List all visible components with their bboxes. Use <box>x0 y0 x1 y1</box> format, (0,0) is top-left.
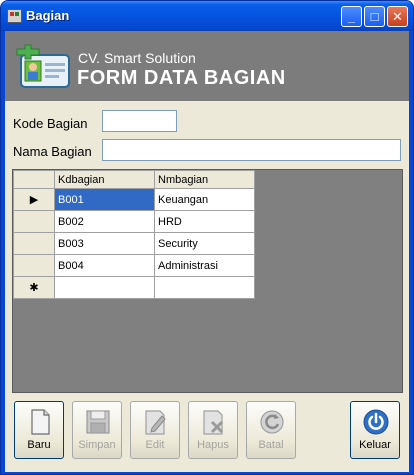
window: Bagian _ □ ✕ CV. Smart Solution FORM DAT… <box>0 0 414 475</box>
minimize-button[interactable]: _ <box>341 6 362 27</box>
new-row-indicator[interactable]: ✱ <box>13 276 55 299</box>
nama-bagian-label: Nama Bagian <box>13 144 92 159</box>
keluar-label: Keluar <box>359 439 391 451</box>
window-title: Bagian <box>26 8 70 23</box>
new-document-icon <box>31 409 50 435</box>
row-header[interactable] <box>13 254 55 277</box>
cell-nmbagian[interactable]: Administrasi <box>154 254 255 277</box>
kode-bagian-label: Kode Bagian <box>13 116 88 131</box>
nama-bagian-input[interactable] <box>102 139 401 161</box>
cell-nmbagian[interactable]: Security <box>154 232 255 255</box>
baru-label: Baru <box>27 439 51 451</box>
company-name: CV. Smart Solution <box>78 50 196 66</box>
edit-document-icon <box>145 410 166 435</box>
user-card-icon <box>16 44 70 88</box>
new-cell-kdbagian[interactable] <box>54 276 155 299</box>
simpan-label: Simpan <box>78 439 116 451</box>
close-button[interactable]: ✕ <box>387 6 408 27</box>
row-indicator-current[interactable]: ▶ <box>13 188 55 211</box>
simpan-button[interactable]: Simpan <box>72 401 122 459</box>
maximize-button[interactable]: □ <box>364 6 385 27</box>
table-row[interactable]: B004 Administrasi <box>13 254 255 277</box>
batal-label: Batal <box>258 439 284 451</box>
cell-kdbagian[interactable]: B003 <box>54 232 155 255</box>
cell-kdbagian[interactable]: B002 <box>54 210 155 233</box>
keluar-button[interactable]: Keluar <box>350 401 400 459</box>
cell-nmbagian[interactable]: Keuangan <box>154 188 255 211</box>
cell-nmbagian[interactable]: HRD <box>154 210 255 233</box>
table-row[interactable]: B003 Security <box>13 232 255 255</box>
table-row[interactable]: B002 HRD <box>13 210 255 233</box>
cell-kdbagian[interactable]: B001 <box>54 188 155 211</box>
edit-label: Edit <box>145 439 165 451</box>
hapus-button[interactable]: Hapus <box>188 401 238 459</box>
column-header-kdbagian[interactable]: Kdbagian <box>54 170 155 189</box>
bagian-data-grid[interactable]: Kdbagian Nmbagian ▶ B001 Keuangan B002 H… <box>12 169 403 393</box>
form-client-area: CV. Smart Solution FORM DATA BAGIAN Kode… <box>5 31 409 472</box>
grid-corner-header[interactable] <box>13 170 55 189</box>
title-bar[interactable]: Bagian _ □ ✕ <box>1 1 413 31</box>
refresh-icon <box>260 410 284 434</box>
new-cell-nmbagian[interactable] <box>154 276 255 299</box>
new-row[interactable]: ✱ <box>13 276 255 299</box>
grid-table: Kdbagian Nmbagian ▶ B001 Keuangan B002 H… <box>13 170 255 299</box>
column-header-nmbagian[interactable]: Nmbagian <box>154 170 255 189</box>
batal-button[interactable]: Batal <box>246 401 296 459</box>
edit-button[interactable]: Edit <box>130 401 180 459</box>
table-row[interactable]: ▶ B001 Keuangan <box>13 188 255 211</box>
form-header: CV. Smart Solution FORM DATA BAGIAN <box>5 31 409 101</box>
hapus-label: Hapus <box>197 439 229 451</box>
baru-button[interactable]: Baru <box>14 401 64 459</box>
grid-header-row: Kdbagian Nmbagian <box>13 170 255 189</box>
cell-kdbagian[interactable]: B004 <box>54 254 155 277</box>
power-icon <box>363 409 389 435</box>
kode-bagian-input[interactable] <box>102 110 177 132</box>
row-header[interactable] <box>13 232 55 255</box>
delete-document-icon <box>203 410 224 435</box>
app-icon[interactable] <box>7 9 22 23</box>
form-title: FORM DATA BAGIAN <box>77 67 286 89</box>
save-icon <box>86 410 110 434</box>
row-header[interactable] <box>13 210 55 233</box>
